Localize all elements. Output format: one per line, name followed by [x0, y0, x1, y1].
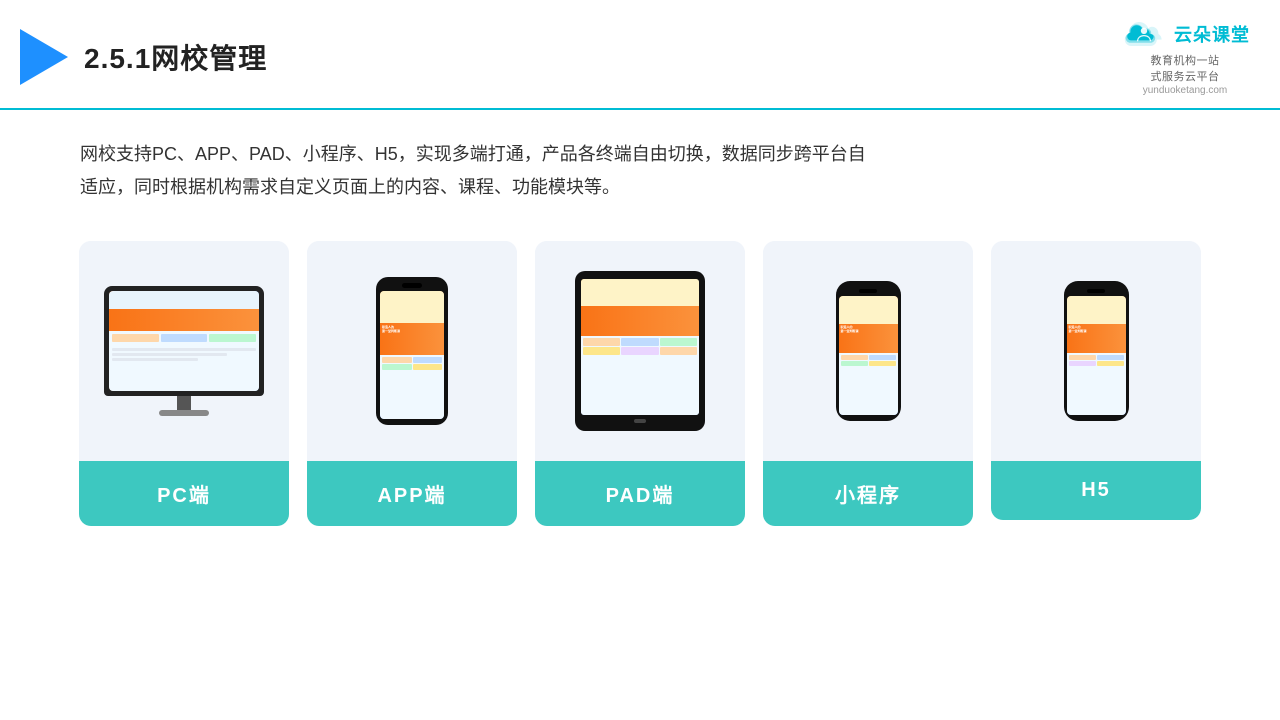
h5-smartphone-notch	[1087, 289, 1105, 293]
monitor-neck	[177, 396, 191, 410]
page-title: 2.5.1网校管理	[84, 37, 267, 77]
description-text: 网校支持PC、APP、PAD、小程序、H5，实现多端打通，产品各终端自由切换，数…	[80, 144, 866, 197]
logo-icon	[20, 29, 68, 85]
h5-phone: 职造人的第一堂判断课	[1064, 281, 1129, 421]
description: 网校支持PC、APP、PAD、小程序、H5，实现多端打通，产品各终端自由切换，数…	[0, 110, 960, 221]
card-miniapp-label: 小程序	[763, 461, 973, 526]
miniapp-phone: 职造人的第一堂判断课	[836, 281, 901, 421]
card-pad-image	[535, 241, 745, 461]
card-miniapp: 职造人的第一堂判断课 小程序	[763, 241, 973, 526]
header: 2.5.1网校管理 云朵课堂 教育机构一站式服务云平台 yunduoketang…	[0, 0, 1280, 110]
card-h5-image: 职造人的第一堂判断课	[991, 241, 1201, 461]
tablet-screen	[581, 279, 699, 415]
card-pc-label: PC端	[79, 461, 289, 526]
header-left: 2.5.1网校管理	[20, 29, 267, 85]
monitor-base	[159, 410, 209, 416]
card-h5-label: H5	[991, 461, 1201, 520]
card-h5: 职造人的第一堂判断课 H5	[991, 241, 1201, 520]
h5-smartphone-screen: 职造人的第一堂判断课	[1067, 296, 1126, 415]
cards-container: PC端 职造人的第一堂判断课	[0, 221, 1280, 546]
card-pad: PAD端	[535, 241, 745, 526]
brand-sub: 教育机构一站式服务云平台	[1151, 52, 1220, 84]
pc-monitor	[104, 286, 264, 416]
header-right: 云朵课堂 教育机构一站式服务云平台 yunduoketang.com	[1120, 18, 1250, 96]
smartphone-notch	[859, 289, 877, 293]
brand-name: 云朵课堂	[1174, 21, 1250, 47]
card-pc-image	[79, 241, 289, 461]
brand-url: yunduoketang.com	[1143, 85, 1228, 96]
tablet-home	[634, 419, 646, 423]
phone-notch	[402, 283, 422, 288]
smartphone-screen: 职造人的第一堂判断课	[839, 296, 898, 415]
monitor-outer	[104, 286, 264, 396]
app-phone: 职造人的第一堂判断课	[376, 277, 448, 425]
cloud-logo: 云朵课堂	[1120, 18, 1250, 50]
pad-tablet	[575, 271, 705, 431]
card-miniapp-image: 职造人的第一堂判断课	[763, 241, 973, 461]
card-app: 职造人的第一堂判断课 APP端	[307, 241, 517, 526]
cloud-icon	[1120, 18, 1168, 50]
card-pc: PC端	[79, 241, 289, 526]
card-pad-label: PAD端	[535, 461, 745, 526]
phone-screen: 职造人的第一堂判断课	[380, 291, 444, 419]
card-app-image: 职造人的第一堂判断课	[307, 241, 517, 461]
card-app-label: APP端	[307, 461, 517, 526]
monitor-screen	[109, 291, 259, 391]
